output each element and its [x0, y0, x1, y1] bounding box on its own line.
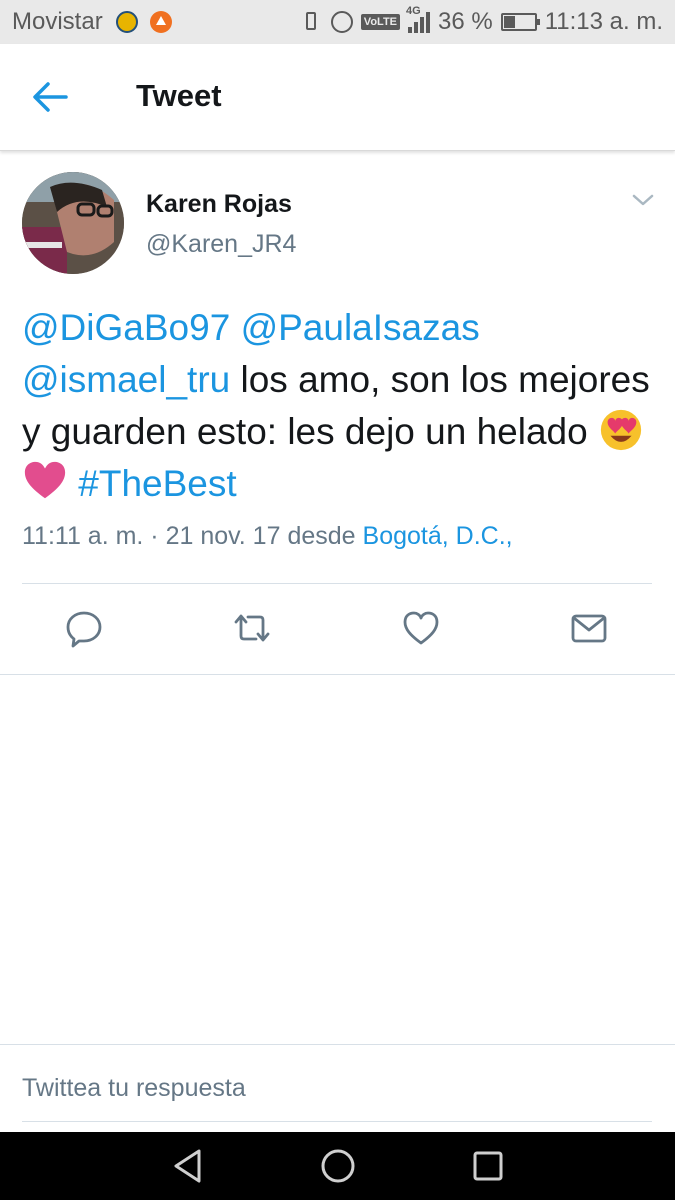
battery-icon [500, 13, 540, 31]
vibrate-icon [301, 10, 323, 34]
home-circle-icon [321, 1149, 355, 1183]
back-triangle-icon [174, 1149, 201, 1183]
divider [0, 1044, 675, 1045]
heart-eyes-emoji-icon [600, 409, 642, 451]
tweet-timestamp: 11:11 a. m. · 21 nov. 17 [22, 522, 281, 550]
battery-level-fill [503, 16, 515, 28]
back-button[interactable] [30, 79, 70, 115]
back-arrow-icon [33, 82, 68, 112]
from-label: desde [287, 522, 356, 550]
volte-badge: VoLTE [360, 14, 400, 30]
system-nav-bar [0, 1132, 675, 1200]
tweet-meta: 11:11 a. m. · 21 nov. 17 desde Bogotá, D… [22, 522, 513, 551]
avatar[interactable] [22, 172, 124, 274]
avatar-photo [22, 172, 124, 274]
mention-link[interactable]: @ismael_tru [22, 359, 230, 400]
nav-home-button[interactable] [318, 1146, 358, 1186]
author-handle[interactable]: @Karen_JR4 [146, 230, 296, 259]
mention-link[interactable]: @DiGaBo97 [22, 307, 230, 348]
divider [0, 674, 675, 675]
carrier-label: Movistar [12, 8, 103, 35]
nav-recents-button[interactable] [468, 1146, 508, 1186]
league-app-icon [116, 11, 138, 33]
tweet-text: @DiGaBo97 @PaulaIsazas @ismael_tru los a… [22, 302, 652, 510]
retweet-button[interactable] [232, 608, 272, 648]
message-icon [571, 614, 607, 643]
reply-input-underline [22, 1121, 652, 1122]
recents-square-icon [473, 1151, 503, 1181]
signal-icon: 4G [406, 5, 430, 33]
page-title: Tweet [136, 78, 222, 113]
battery-percent: 36 % [438, 8, 493, 35]
reply-button[interactable] [64, 608, 104, 648]
divider [22, 583, 652, 584]
status-bar: Movistar VoLTE 4G 36 % 11:13 a. m. [0, 0, 675, 44]
reply-icon [66, 611, 102, 648]
author-name[interactable]: Karen Rojas [146, 190, 292, 219]
retweet-icon [234, 614, 270, 642]
hashtag-link[interactable]: #TheBest [78, 463, 236, 504]
like-button[interactable] [401, 608, 441, 648]
alarm-icon [330, 11, 353, 33]
like-icon [403, 611, 439, 645]
place-link[interactable]: Bogotá, D.C., [363, 522, 513, 550]
tweet-options-button[interactable] [630, 190, 656, 210]
chevron-down-icon [632, 194, 654, 206]
nav-back-button[interactable] [168, 1146, 208, 1186]
arrow-app-icon [150, 11, 172, 33]
mention-link[interactable]: @PaulaIsazas [241, 307, 480, 348]
network-type: 4G [406, 5, 421, 17]
tweet-actions [0, 600, 675, 660]
message-button[interactable] [569, 608, 609, 648]
clock: 11:13 a. m. [544, 8, 663, 35]
app-header: Tweet [0, 44, 675, 151]
reply-input[interactable]: Twittea tu respuesta [22, 1074, 246, 1103]
heart-emoji-icon [24, 461, 66, 499]
